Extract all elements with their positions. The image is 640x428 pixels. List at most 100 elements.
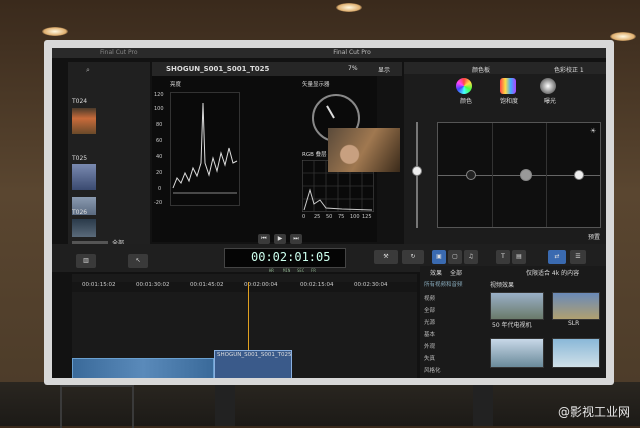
transitions-button[interactable]: ⇄ [548, 250, 566, 264]
rgb-x-tick: 75 [338, 214, 345, 220]
exposure-tab-label[interactable]: 曝光 [544, 96, 556, 105]
board-gridline [546, 123, 547, 227]
stand-leg [215, 385, 235, 426]
clip-thumbnail[interactable] [72, 219, 96, 237]
timeline-clip[interactable] [72, 358, 214, 378]
rgb-overlay-title: RGB 叠层 [302, 152, 327, 158]
clip-thumbnail[interactable] [72, 164, 96, 190]
board-gridline [492, 123, 493, 227]
menu-app-name[interactable]: Final Cut Pro [100, 48, 138, 58]
rgb-x-tick: 25 [314, 214, 321, 220]
saturation-tab-icon[interactable] [500, 78, 516, 94]
inspector-button[interactable]: ☰ [570, 250, 586, 264]
ruler-label: 00:01:15:02 [82, 282, 116, 288]
midtones-puck[interactable] [520, 169, 532, 181]
library-panel: ⌕ T024 T025 T026 全部 [68, 62, 150, 250]
ruler-label: 00:01:45:02 [190, 282, 224, 288]
effect-thumbnail[interactable] [552, 292, 600, 320]
category-item[interactable]: 风格化 [424, 366, 441, 374]
clip-title: SHOGUN_S001_S001_T025 [166, 65, 270, 73]
correction-selector[interactable]: 色彩校正 1 [554, 65, 584, 74]
effects-4k-option[interactable]: 仅限适合 4k 的内容 [526, 268, 579, 277]
waveform-plot [172, 102, 238, 194]
ceiling-light [42, 27, 68, 36]
watermark: @影视工业网 [557, 405, 630, 419]
master-puck[interactable] [412, 166, 422, 176]
rgb-x-tick: 100 [350, 214, 360, 220]
select-tool-button[interactable]: ↖ [128, 254, 148, 268]
ruler-label: 00:01:30:02 [136, 282, 170, 288]
window-title: Final Cut Pro [333, 49, 371, 56]
saturation-tab-label[interactable]: 饱和度 [500, 96, 518, 105]
category-item[interactable]: 视频 [424, 294, 435, 302]
viewer-header: SHOGUN_S001_S001_T025 7% 显示 [152, 62, 402, 76]
category-item[interactable]: 失真 [424, 354, 435, 362]
effect-thumbnail[interactable] [552, 338, 600, 368]
viewer-preview-image [328, 128, 400, 172]
waveform-tick: 60 [156, 138, 163, 144]
category-item[interactable]: 全部 [424, 306, 435, 314]
waveform-tick: 0 [158, 186, 162, 192]
zoom-level[interactable]: 7% [348, 65, 358, 72]
ceiling-light [336, 3, 362, 12]
effects-filter[interactable]: 全部 [450, 268, 462, 277]
photos-button[interactable]: ▣ [432, 250, 446, 264]
category-item[interactable]: 光源 [424, 318, 435, 326]
play-back-button[interactable]: ⏮ [258, 234, 270, 244]
effects-header: 效果 [430, 270, 443, 277]
highlights-puck[interactable] [574, 170, 584, 180]
timeline[interactable]: 00:01:15:02 00:01:30:02 00:01:45:02 00:0… [72, 274, 417, 378]
timeline-clip-selected[interactable]: SHOGUN_S001_S001_T025 [214, 350, 292, 378]
timeline-ruler[interactable]: 00:01:15:02 00:01:30:02 00:01:45:02 00:0… [72, 282, 417, 292]
color-board-tab[interactable]: 颜色板 [472, 65, 490, 74]
exposure-tab-icon[interactable] [540, 78, 556, 94]
tool-button[interactable]: ⚒ [374, 250, 398, 264]
ruler-label: 00:02:00:04 [244, 282, 278, 288]
clip-thumbnail[interactable] [72, 108, 96, 134]
category-item[interactable]: 外观 [424, 342, 435, 350]
stand-leg [473, 385, 493, 426]
generators-button[interactable]: ▤ [512, 250, 526, 264]
chair [60, 385, 134, 428]
clip-name: T026 [72, 209, 88, 216]
title-bar: Final Cut Pro Final Cut Pro [52, 48, 606, 58]
effect-thumbnail[interactable] [490, 338, 544, 368]
text-button[interactable]: T [496, 250, 510, 264]
inspector-header: 颜色板 色彩校正 1 [404, 62, 606, 74]
waveform-tick: 120 [154, 92, 164, 98]
play-button[interactable]: ▶ [274, 234, 286, 244]
clip-label: SHOGUN_S001_S001_T025 [217, 352, 292, 358]
rgb-x-tick: 50 [326, 214, 333, 220]
effects-section-title: 视频效果 [490, 282, 515, 289]
color-tab-icon[interactable] [456, 78, 472, 94]
music-button[interactable]: ♫ [464, 250, 478, 264]
waveform-tick: -20 [154, 200, 163, 206]
search-icon[interactable]: ⌕ [86, 66, 90, 75]
waveform-tick: 20 [156, 170, 163, 176]
timecode-value: 00:02:01:05 [251, 250, 331, 264]
effect-thumbnail[interactable] [490, 292, 544, 320]
ceiling-light [610, 32, 636, 41]
ruler-label: 00:02:15:04 [300, 282, 334, 288]
ruler-label: 00:02:30:04 [354, 282, 388, 288]
category-item[interactable]: 基本 [424, 330, 435, 338]
waveform-tick: 80 [156, 122, 163, 128]
effect-name: SLR [568, 320, 580, 327]
play-forward-button[interactable]: ⏭ [290, 234, 302, 244]
shadows-puck[interactable] [466, 170, 476, 180]
camera-button[interactable]: ▢ [448, 250, 462, 264]
display-menu[interactable]: 显示 [378, 65, 390, 74]
preset-menu[interactable]: 预置 [588, 232, 600, 241]
timecode-display[interactable]: 00:02:01:05 HR MIN SEC FR [224, 248, 346, 273]
color-board[interactable]: ☀ [437, 122, 601, 228]
effects-browser: 效果 全部 仅限适合 4k 的内容 所有视频和音频 视频 全部 光源 基本 外观… [420, 266, 606, 378]
rgb-x-tick: 125 [362, 214, 372, 220]
waveform-tick: 100 [154, 106, 164, 112]
waveform-title: 亮度 [170, 82, 182, 88]
color-tab-label[interactable]: 颜色 [460, 96, 472, 105]
waveform-scope [170, 92, 240, 206]
vectorscope-title: 矢量显示器 [302, 82, 330, 88]
append-button[interactable]: ▥ [76, 254, 96, 268]
retime-button[interactable]: ↻ [402, 250, 424, 264]
category-item[interactable]: 所有视频和音频 [424, 280, 463, 288]
